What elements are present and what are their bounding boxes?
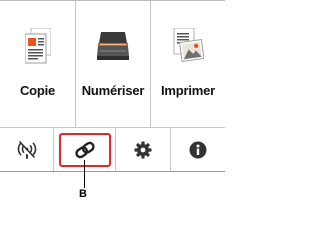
bottom-toolbar	[0, 127, 225, 171]
menu-item-label: Numériser	[81, 83, 145, 98]
printer-touchscreen: Copie Numériser Imprimer	[0, 0, 225, 172]
menu-item-print[interactable]: Imprimer	[150, 1, 225, 127]
wireless-off-icon	[17, 140, 36, 159]
callout-line	[84, 160, 85, 188]
copy-document-icon	[24, 28, 51, 64]
settings-button[interactable]	[115, 128, 169, 171]
info-button[interactable]	[169, 128, 225, 171]
menu-item-label: Imprimer	[160, 83, 216, 98]
menu-item-copy[interactable]: Copie	[0, 1, 75, 127]
menu-item-scan[interactable]: Numériser	[75, 1, 150, 127]
scanner-icon	[97, 32, 129, 60]
bottom-divider	[0, 171, 225, 172]
info-icon	[189, 141, 207, 158]
menu-item-label: Copie	[19, 83, 56, 98]
gear-icon	[134, 141, 152, 158]
wireless-status-button[interactable]	[0, 128, 53, 171]
home-menu: Copie Numériser Imprimer	[0, 1, 225, 127]
print-photo-icon	[173, 28, 204, 63]
callout-label: B	[79, 188, 87, 200]
link-chain-icon	[75, 141, 95, 158]
